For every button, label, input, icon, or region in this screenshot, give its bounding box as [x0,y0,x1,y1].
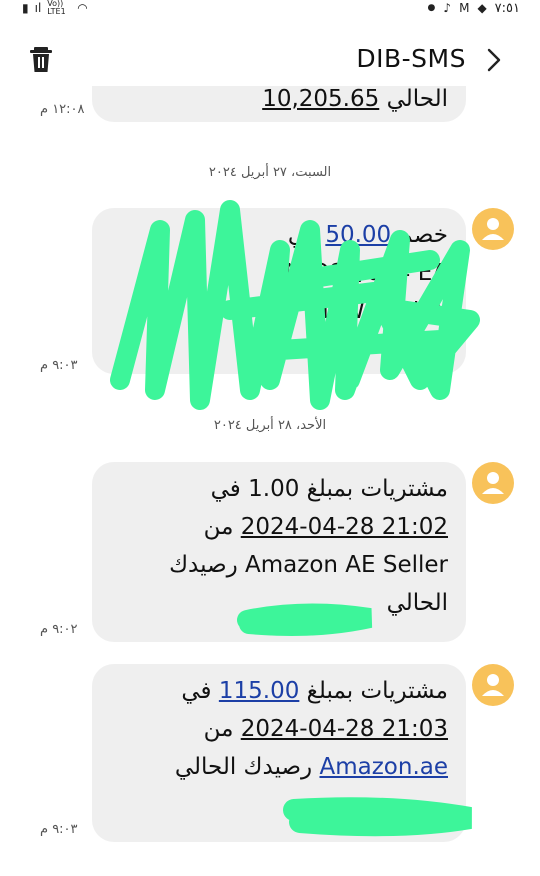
amount-link[interactable]: 115.00 [219,678,299,704]
network-label: Vo)) LTE1 [47,0,66,16]
amount-text: 1.00 [248,476,300,502]
trash-icon[interactable] [28,44,54,74]
message-bubble-2[interactable]: مشتريات بمبلغ 1.00 في 2024-04-28 21:02 م… [92,462,466,642]
sim-card-icon: ▮ [22,1,29,15]
message-line-4[interactable]: 5 [108,330,448,368]
datetime-link[interactable]: 2024-04-28 21:03 [241,716,448,742]
page-title: DIB-SMS [356,44,466,73]
from-word: من [203,514,234,540]
message-bubble-3[interactable]: مشتريات بمبلغ 115.00 في 2024-04-28 21:03… [92,664,466,842]
merchant-name: Amazon AE Seller [245,552,448,578]
status-bar: ▮ ıl Vo)) LTE1 ◠ ● ♪ M ◆ ٧:٥١ [0,0,540,20]
message-line-2: TM OSS/024 EA [270,260,448,286]
balance-text: رصيدك الحالي [174,754,313,780]
cube-icon: ◆ [477,1,487,15]
contact-avatar-icon[interactable] [472,462,514,504]
in-word: في [210,476,241,502]
contact-avatar-icon[interactable] [472,208,514,250]
purchase-words: مشتريات بمبلغ [306,678,448,704]
tiktok-icon: ♪ [443,1,452,15]
merchant-link[interactable]: Amazon.ae [319,754,448,780]
date-separator-1: السبت، ٢٧ أبريل ٢٠٢٤ [208,165,332,180]
amount-link[interactable]: 10,205.65 [262,86,379,112]
message-time-0: ١٢:٠٨ م [40,102,85,117]
date-separator-2: الأحد، ٢٨ أبريل ٢٠٢٤ [213,418,327,433]
message-time-3: ٩:٠٣ م [40,822,78,837]
status-time: ٧:٥١ [494,0,520,16]
balance-word: رصيدك [169,552,238,578]
status-left: ▮ ıl Vo)) LTE1 ◠ [22,0,88,16]
contact-avatar-icon[interactable] [472,664,514,706]
amount-link[interactable]: 50.00 [325,222,391,248]
app-header: DIB-SMS [0,34,540,86]
in-word: في [181,678,212,704]
balance-label: الحالي [386,86,448,112]
signal-icon: ıl [34,1,42,15]
message-time-2: ٩:٠٢ م [40,622,78,637]
chevron-right-icon[interactable] [484,46,504,74]
message-bubble-1[interactable]: خصم 50.00 في TM OSS/024 EA AL WT RNAL 5 [92,208,466,374]
message-time-1: ٩:٠٣ م [40,358,78,373]
balance-label: الحالي [386,590,448,616]
debit-word: خصم [398,222,448,248]
from-word: من [203,716,234,742]
wifi-icon: ◠ [77,1,88,15]
in-word: في [287,222,319,248]
gmail-icon: M [459,1,470,15]
status-right: ● ♪ M ◆ ٧:٥١ [428,0,520,16]
purchase-words: مشتريات بمبلغ [306,476,448,502]
dot-icon: ● [427,3,436,13]
datetime-link[interactable]: 2024-04-28 21:02 [241,514,448,540]
message-line-3: AL WT RNAL [306,298,448,324]
